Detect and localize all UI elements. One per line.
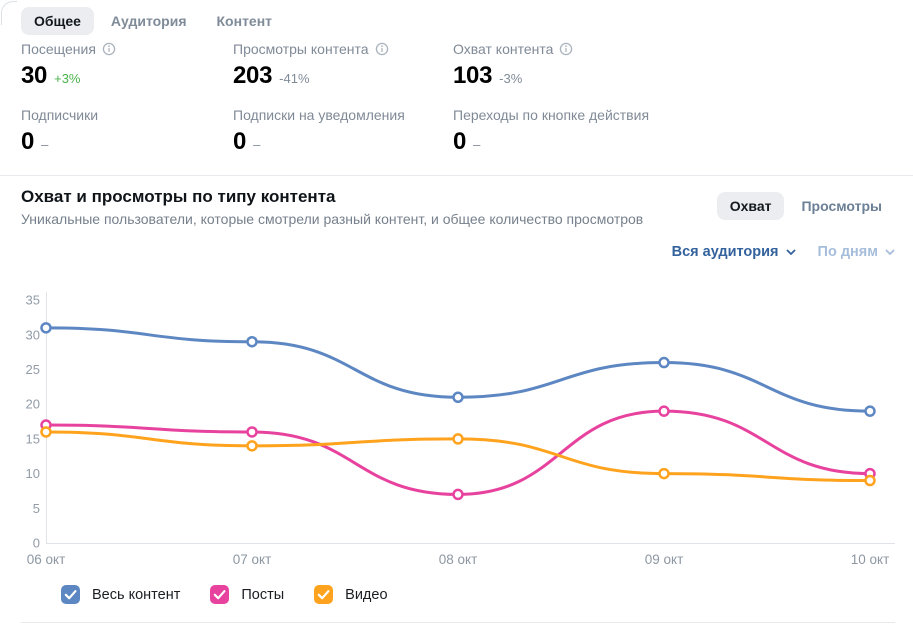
legend-label: Посты [241, 587, 284, 603]
legend-label: Видео [345, 587, 387, 603]
stat-label: Посещения [21, 41, 96, 57]
tab-audience[interactable]: Аудитория [98, 7, 200, 35]
data-point[interactable] [248, 427, 257, 436]
stat-value: 0 [453, 128, 466, 156]
chevron-down-icon [786, 249, 796, 256]
x-tick-label: 10 окт [851, 552, 890, 567]
stat-value: 0 [233, 128, 246, 156]
stat-content-reach: Охват контента 103 -3% [453, 39, 873, 105]
section-title: Охват и просмотры по типу контента [21, 187, 721, 207]
legend-checkbox-checked[interactable] [314, 585, 333, 604]
reach-views-toggle: Охват Просмотры [717, 192, 895, 220]
data-point[interactable] [660, 358, 669, 367]
x-tick-label: 08 окт [439, 552, 478, 567]
info-icon[interactable] [375, 42, 389, 56]
x-tick-label: 07 окт [233, 552, 272, 567]
audience-filter-dropdown[interactable]: Вся аудитория [672, 244, 796, 260]
legend-item-1[interactable]: Весь контент [61, 585, 180, 604]
legend-checkbox-checked[interactable] [210, 585, 229, 604]
stat-label: Подписчики [21, 107, 98, 123]
stat-value: 30 [21, 62, 47, 90]
data-point[interactable] [660, 407, 669, 416]
x-tick-label: 06 окт [27, 552, 66, 567]
stat-visits: Посещения 30 +3% [21, 39, 233, 105]
stat-action-button-clicks: Переходы по кнопке действия 0 – [453, 105, 873, 171]
legend-item-3[interactable]: Видео [314, 585, 387, 604]
bottom-divider [21, 622, 895, 623]
tab-general[interactable]: Общее [21, 7, 94, 35]
info-icon[interactable] [102, 42, 116, 56]
reach-views-chart: 0 5 10 15 20 25 30 35 06 окт 07 окт 08 окт 09 окт 10… [0, 281, 913, 573]
y-tick-label: 25 [26, 362, 40, 377]
stat-content-views: Просмотры контента 203 -41% [233, 39, 453, 105]
stat-label: Охват контента [453, 41, 553, 57]
data-point[interactable] [248, 441, 257, 450]
section-subtitle: Уникальные пользователи, которые смотрел… [21, 211, 721, 227]
toggle-reach-button[interactable]: Охват [717, 192, 785, 220]
data-point[interactable] [42, 427, 51, 436]
stat-label: Переходы по кнопке действия [453, 107, 649, 123]
info-icon[interactable] [559, 42, 573, 56]
chart-legend: Весь контент Посты Видео [61, 585, 388, 604]
x-tick-label: 09 окт [645, 552, 684, 567]
stat-delta: – [253, 137, 260, 152]
data-point[interactable] [42, 323, 51, 332]
data-point[interactable] [660, 469, 669, 478]
y-tick-label: 20 [26, 397, 40, 412]
data-point[interactable] [454, 434, 463, 443]
summary-stats: Посещения 30 +3% Просмотры контента 203 … [21, 39, 873, 171]
stat-delta: – [473, 137, 480, 152]
chart-filters: Вся аудитория По дням [672, 244, 895, 260]
stat-delta: -3% [499, 71, 522, 86]
legend-label: Весь контент [92, 587, 180, 603]
legend-checkbox-checked[interactable] [61, 585, 80, 604]
toggle-views-button[interactable]: Просмотры [788, 192, 895, 220]
section-header: Охват и просмотры по типу контента Уника… [21, 187, 721, 227]
stat-delta: +3% [54, 71, 80, 86]
tab-content[interactable]: Контент [204, 7, 286, 35]
stat-value: 103 [453, 62, 492, 90]
stat-label: Просмотры контента [233, 41, 369, 57]
card-corner [1, 1, 17, 25]
period-filter-dropdown[interactable]: По дням [818, 244, 895, 260]
data-point[interactable] [454, 393, 463, 402]
stat-label: Подписки на уведомления [233, 107, 405, 123]
data-point[interactable] [866, 476, 875, 485]
y-tick-label: 15 [26, 431, 40, 446]
y-tick-label: 35 [26, 293, 40, 308]
y-tick-label: 0 [33, 536, 40, 551]
stats-tabs: Общее Аудитория Контент [21, 7, 285, 35]
section-divider [0, 175, 913, 176]
y-tick-label: 10 [26, 466, 40, 481]
data-point[interactable] [866, 407, 875, 416]
stat-value: 203 [233, 62, 272, 90]
stat-subscribers: Подписчики 0 – [21, 105, 233, 171]
stat-delta: -41% [279, 71, 309, 86]
stat-notification-subs: Подписки на уведомления 0 – [233, 105, 453, 171]
y-tick-label: 30 [26, 327, 40, 342]
stat-delta: – [41, 137, 48, 152]
series-line [46, 411, 870, 494]
legend-item-2[interactable]: Посты [210, 585, 284, 604]
y-tick-label: 5 [33, 501, 40, 516]
chevron-down-icon [885, 249, 895, 256]
data-point[interactable] [454, 490, 463, 499]
data-point[interactable] [248, 337, 257, 346]
stat-value: 0 [21, 128, 34, 156]
